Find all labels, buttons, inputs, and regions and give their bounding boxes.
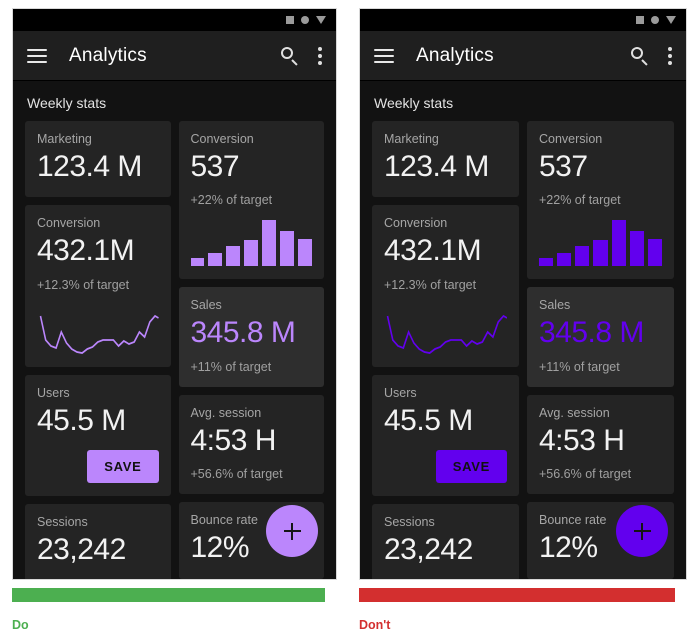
hamburger-menu-icon[interactable]	[374, 48, 394, 63]
card-subtext: +12.3% of target	[384, 277, 477, 292]
card-subtext: +22% of target	[539, 193, 621, 208]
app-bar: Analytics	[13, 31, 336, 81]
card-label: Conversion	[539, 132, 603, 146]
card-label: Users	[384, 385, 417, 400]
card-label: Users	[37, 385, 70, 400]
card-label: Avg. session	[539, 405, 610, 420]
card-users[interactable]: Users 45.5 M SAVE	[25, 374, 171, 497]
card-actions: SAVE	[384, 450, 507, 484]
hamburger-menu-icon[interactable]	[27, 48, 47, 63]
circle-icon	[301, 16, 309, 24]
card-conversion-count[interactable]: Conversion 537 +22% of target	[178, 121, 324, 280]
card-column-left: Marketing 123.4 M Conversion 432.1M +12.…	[372, 121, 519, 579]
card-label: Avg. session	[190, 405, 262, 420]
floating-action-button[interactable]	[616, 505, 668, 557]
card-marketing[interactable]: Marketing 123.4 M	[25, 121, 171, 198]
section-label: Weekly stats	[374, 95, 454, 111]
card-conversion-count[interactable]: Conversion 537 +22% of target	[527, 121, 674, 280]
bar-chart	[190, 220, 313, 267]
card-subtext: +22% of target	[190, 193, 273, 208]
circle-icon	[651, 16, 659, 24]
search-icon[interactable]	[630, 46, 650, 66]
card-subtext: +11% of target	[190, 359, 272, 374]
card-actions: SAVE	[37, 450, 159, 484]
card-column-left: Marketing 123.4 M Conversion 432.1M +12.…	[25, 121, 171, 579]
triangle-icon	[316, 16, 326, 24]
save-button[interactable]: SAVE	[435, 450, 507, 484]
search-icon[interactable]	[280, 46, 300, 66]
save-button[interactable]: SAVE	[87, 450, 159, 484]
phone-mockup-do: Analytics Weekly stats Marketing 123.4 M…	[12, 8, 337, 580]
card-label: Marketing	[37, 132, 92, 146]
line-chart	[384, 302, 507, 354]
card-label: Marketing	[384, 132, 439, 146]
card-value: 45.5 M	[384, 403, 473, 437]
do-dont-comparison: Analytics Weekly stats Marketing 123.4 M…	[0, 0, 698, 640]
card-value: 537	[539, 150, 588, 183]
verdict-label: Do	[12, 618, 29, 632]
card-value: 23,242	[37, 533, 126, 567]
card-value: 23,242	[384, 533, 473, 567]
card-users[interactable]: Users 45.5 M SAVE	[372, 374, 519, 497]
status-bar	[360, 9, 686, 31]
line-chart	[37, 302, 159, 354]
card-value: 123.4 M	[37, 150, 142, 183]
card-avg-session[interactable]: Avg. session 4:53 H +56.6% of target	[178, 394, 324, 495]
card-label: Conversion	[37, 216, 101, 231]
card-subtext: +56.6% of target	[539, 467, 632, 482]
card-value: 45.5 M	[37, 403, 126, 437]
card-label: Sessions	[37, 515, 88, 530]
card-sessions[interactable]: Sessions 23,242	[25, 504, 171, 579]
card-avg-session[interactable]: Avg. session 4:53 H +56.6% of target	[527, 394, 674, 495]
bar-chart	[539, 220, 662, 267]
card-conversion-amount[interactable]: Conversion 432.1M +12.3% of target	[25, 205, 171, 367]
status-bar	[13, 9, 336, 31]
card-sales[interactable]: Sales 345.8 M +11% of target	[178, 287, 324, 387]
card-sales[interactable]: Sales 345.8 M +11% of target	[527, 287, 674, 387]
plus-icon	[633, 522, 651, 540]
card-value: 537	[190, 150, 240, 183]
card-value: 4:53 H	[539, 423, 625, 457]
square-icon	[636, 16, 644, 24]
square-icon	[286, 16, 294, 24]
app-bar: Analytics	[360, 31, 686, 81]
verdict-bar	[12, 588, 325, 602]
triangle-icon	[666, 16, 676, 24]
card-label: Conversion	[384, 216, 448, 231]
panel-dont: Analytics Weekly stats Marketing 123.4 M…	[349, 0, 698, 640]
card-value: 4:53 H	[190, 423, 277, 457]
overflow-menu-icon[interactable]	[668, 46, 672, 65]
card-label: Conversion	[190, 132, 254, 146]
overflow-menu-icon[interactable]	[318, 46, 322, 65]
page-title: Analytics	[416, 44, 494, 66]
card-label: Sales	[539, 298, 571, 313]
card-value: 123.4 M	[384, 150, 489, 183]
card-subtext: +12.3% of target	[37, 277, 130, 292]
card-label: Sessions	[384, 515, 435, 530]
card-subtext: +56.6% of target	[190, 467, 283, 482]
card-subtext: +11% of target	[539, 359, 620, 374]
plus-icon	[283, 522, 301, 540]
phone-mockup-dont: Analytics Weekly stats Marketing 123.4 M…	[359, 8, 687, 580]
card-marketing[interactable]: Marketing 123.4 M	[372, 121, 519, 198]
floating-action-button[interactable]	[266, 505, 318, 557]
page-title: Analytics	[69, 44, 147, 66]
card-value: 432.1M	[384, 234, 482, 268]
card-value: 345.8 M	[539, 316, 644, 350]
panel-do: Analytics Weekly stats Marketing 123.4 M…	[0, 0, 349, 640]
card-sessions[interactable]: Sessions 23,242	[372, 504, 519, 579]
card-conversion-amount[interactable]: Conversion 432.1M +12.3% of target	[372, 205, 519, 367]
card-value: 345.8 M	[190, 316, 296, 350]
card-value: 432.1M	[37, 234, 135, 268]
section-label: Weekly stats	[27, 95, 107, 111]
verdict-bar	[359, 588, 675, 602]
card-label: Sales	[190, 298, 222, 313]
verdict-label: Don't	[359, 618, 391, 632]
